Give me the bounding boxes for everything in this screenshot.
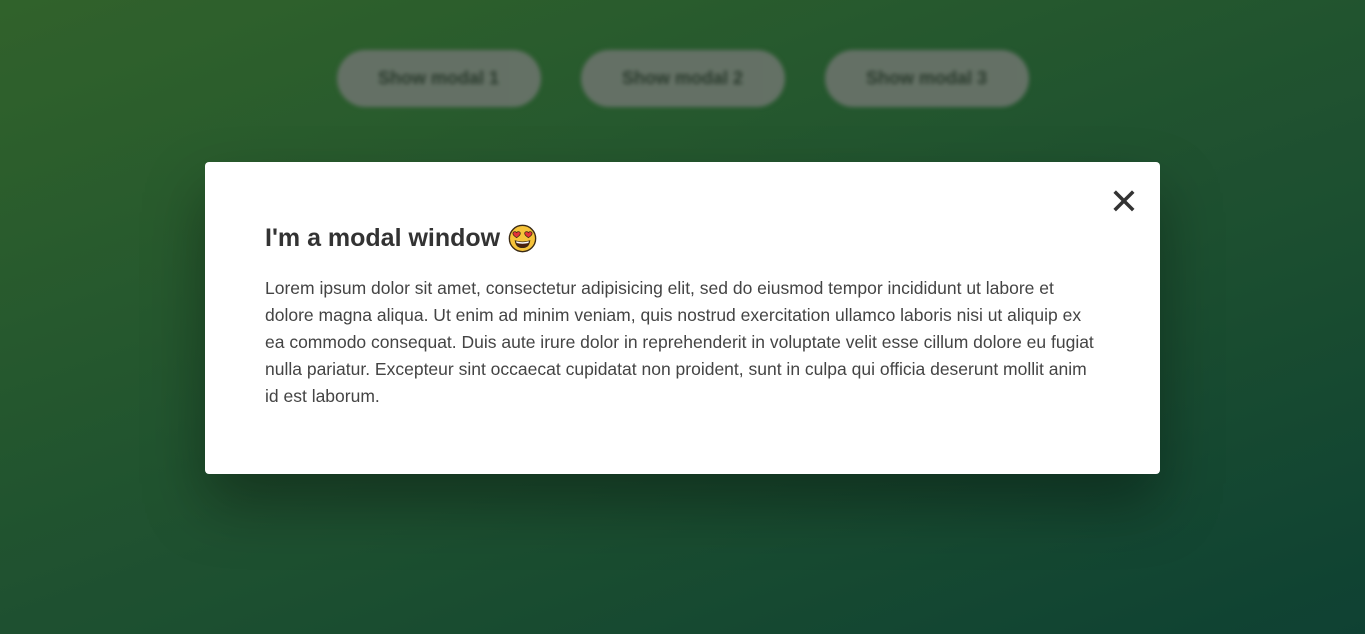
heart-eyes-emoji-icon <box>508 224 537 253</box>
modal-window: ✕ I'm a modal window Lorem ipsum dolor s… <box>205 162 1160 474</box>
modal-title: I'm a modal window <box>265 224 501 252</box>
modal-title-row: I'm a modal window <box>265 224 1100 253</box>
close-icon[interactable]: ✕ <box>1109 185 1139 221</box>
modal-body-text: Lorem ipsum dolor sit amet, consectetur … <box>265 278 1094 406</box>
